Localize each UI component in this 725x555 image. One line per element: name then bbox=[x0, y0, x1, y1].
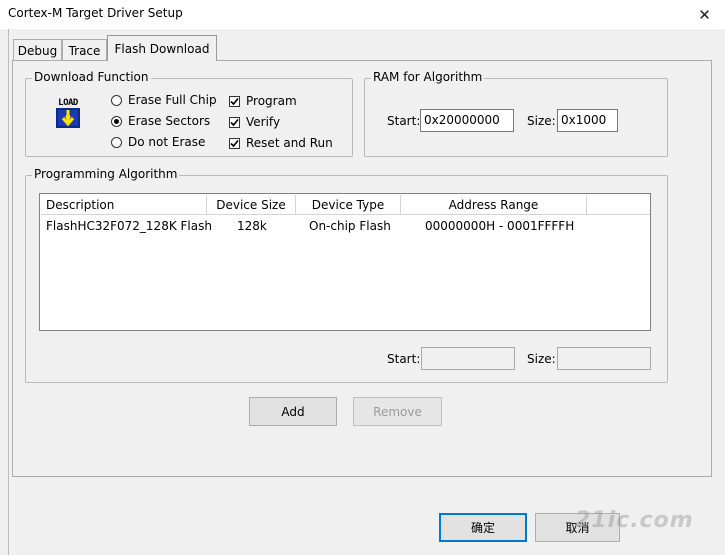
radio-indicator[interactable] bbox=[111, 94, 122, 106]
add-button[interactable]: Add bbox=[249, 397, 337, 426]
row-device-type: On-chip Flash bbox=[309, 219, 391, 233]
load-icon: LOAD bbox=[52, 98, 84, 130]
row-address-range: 00000000H - 0001FFFFH bbox=[425, 219, 575, 233]
remove-button[interactable]: Remove bbox=[353, 397, 442, 426]
tab-trace[interactable]: Trace bbox=[62, 39, 107, 61]
radio-erase-full-chip[interactable]: Erase Full Chip bbox=[111, 93, 217, 107]
row-device-size: 128k bbox=[237, 219, 267, 233]
radio-do-not-erase[interactable]: Do not Erase bbox=[111, 135, 205, 149]
checkbox-checked[interactable] bbox=[229, 95, 240, 107]
checkmark-icon bbox=[230, 97, 239, 105]
programming-algorithm-legend: Programming Algorithm bbox=[32, 167, 180, 181]
column-header-address-range-label: Address Range bbox=[448, 197, 539, 212]
radio-erase-sectors-label: Erase Sectors bbox=[128, 114, 211, 128]
tab-debug[interactable]: Debug bbox=[13, 39, 62, 61]
algo-size-input bbox=[557, 347, 651, 370]
column-header-address-range[interactable]: Address Range bbox=[401, 195, 587, 215]
ok-button[interactable]: 确定 bbox=[439, 513, 527, 542]
check-verify-label: Verify bbox=[246, 115, 281, 129]
algo-start-input bbox=[421, 347, 515, 370]
tab-debug-label: Debug bbox=[17, 43, 58, 58]
algo-size-label: Size: bbox=[527, 352, 556, 366]
background-window-edge bbox=[0, 29, 9, 555]
check-program-label: Program bbox=[246, 94, 297, 108]
column-header-device-type[interactable]: Device Type bbox=[296, 195, 401, 215]
window-title: Cortex-M Target Driver Setup bbox=[8, 6, 183, 20]
checkbox-checked[interactable] bbox=[229, 137, 240, 149]
column-header-device-type-label: Device Type bbox=[311, 197, 385, 212]
tab-trace-label: Trace bbox=[68, 43, 101, 58]
watermark: 21ic.com bbox=[575, 508, 694, 533]
ram-for-algorithm-legend: RAM for Algorithm bbox=[371, 70, 485, 84]
column-header-device-size[interactable]: Device Size bbox=[207, 195, 296, 215]
algo-start-label: Start: bbox=[387, 352, 421, 366]
check-verify[interactable]: Verify bbox=[229, 115, 280, 129]
ram-start-label: Start: bbox=[387, 114, 421, 128]
download-function-legend: Download Function bbox=[32, 70, 151, 84]
check-reset-and-run[interactable]: Reset and Run bbox=[229, 136, 333, 150]
column-header-device-size-label: Device Size bbox=[216, 197, 286, 212]
ram-size-label: Size: bbox=[527, 114, 556, 128]
tab-flash-download[interactable]: Flash Download bbox=[107, 35, 217, 61]
column-header-description[interactable]: Description bbox=[41, 195, 207, 215]
radio-do-not-erase-label: Do not Erase bbox=[128, 135, 206, 149]
close-icon: ✕ bbox=[698, 5, 711, 24]
tab-flash-download-label: Flash Download bbox=[114, 41, 210, 56]
radio-indicator[interactable] bbox=[111, 136, 122, 148]
column-header-empty bbox=[587, 195, 650, 215]
checkmark-icon bbox=[230, 118, 239, 126]
row-description: FlashHC32F072_128K Flash bbox=[46, 219, 212, 233]
checkbox-checked[interactable] bbox=[229, 116, 240, 128]
radio-erase-full-chip-label: Erase Full Chip bbox=[128, 93, 217, 107]
title-bar: Cortex-M Target Driver Setup ✕ bbox=[0, 0, 725, 29]
column-header-description-label: Description bbox=[46, 197, 115, 212]
ram-start-input[interactable]: 0x20000000 bbox=[420, 109, 514, 132]
radio-erase-sectors[interactable]: Erase Sectors bbox=[111, 114, 210, 128]
check-program[interactable]: Program bbox=[229, 94, 297, 108]
ram-size-input[interactable]: 0x1000 bbox=[557, 109, 618, 132]
load-icon-text: LOAD bbox=[58, 98, 78, 108]
check-reset-and-run-label: Reset and Run bbox=[246, 136, 333, 150]
radio-indicator-selected[interactable] bbox=[111, 115, 122, 127]
close-button[interactable]: ✕ bbox=[684, 0, 725, 29]
checkmark-icon bbox=[230, 139, 239, 147]
